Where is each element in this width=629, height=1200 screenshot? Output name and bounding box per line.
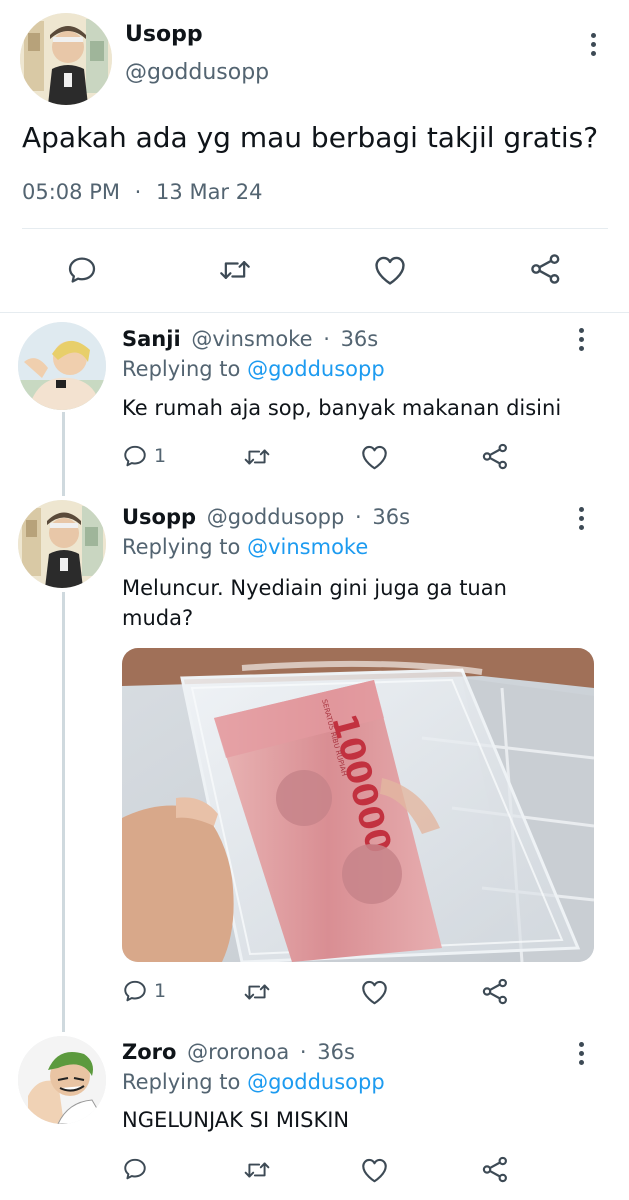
more-icon[interactable] — [589, 33, 597, 60]
retweet-button[interactable] — [242, 444, 272, 470]
like-button[interactable] — [360, 1157, 389, 1183]
share-icon — [482, 978, 507, 1005]
share-icon — [482, 1156, 507, 1183]
reply-button[interactable]: 1 — [122, 443, 166, 469]
avatar-zoro[interactable] — [18, 1036, 106, 1124]
retweet-button[interactable] — [218, 254, 252, 286]
retweet-icon — [244, 1162, 270, 1178]
reply-text: Meluncur. Nyediain gini juga ga tuan mud… — [122, 573, 507, 633]
retweet-icon — [220, 261, 250, 279]
reply-icon — [68, 257, 96, 283]
main-tweet-meta: 05:08 PM · 13 Mar 24 — [22, 180, 262, 204]
replying-to-label: Replying to — [122, 1070, 241, 1094]
more-icon[interactable] — [577, 328, 585, 355]
reply-display-name[interactable]: Usopp — [122, 505, 196, 529]
reply-icon — [124, 1158, 146, 1180]
share-button[interactable] — [481, 977, 510, 1006]
replying-to-handle[interactable]: @goddusopp — [247, 1070, 385, 1094]
reply-header: Sanji @vinsmoke · 36s — [122, 327, 378, 351]
reply-text: Ke rumah aja sop, banyak makanan disini — [122, 396, 562, 420]
main-handle[interactable]: @goddusopp — [125, 60, 269, 85]
reply-button[interactable] — [66, 254, 98, 286]
main-tweet-time: 05:08 PM — [22, 180, 120, 204]
like-icon — [362, 445, 387, 470]
more-icon[interactable] — [577, 1042, 585, 1069]
replying-to-handle[interactable]: @vinsmoke — [247, 535, 368, 559]
reply-handle[interactable]: @vinsmoke — [191, 327, 312, 351]
replying-to-label: Replying to — [122, 535, 241, 559]
reply-handle[interactable]: @roronoa — [187, 1040, 289, 1064]
replying-to: Replying to @vinsmoke — [122, 535, 368, 559]
retweet-button[interactable] — [242, 1157, 272, 1183]
more-icon[interactable] — [577, 507, 585, 534]
replying-to-handle[interactable]: @goddusopp — [247, 357, 385, 381]
replying-to: Replying to @goddusopp — [122, 1070, 385, 1094]
avatar-usopp[interactable] — [18, 500, 106, 588]
reply-count: 1 — [154, 980, 167, 1002]
reply-text: NGELUNJAK SI MISKIN — [122, 1108, 350, 1132]
like-button[interactable] — [373, 254, 407, 286]
attached-photo[interactable]: 100000 SERATUS RIBU RUPIAH — [122, 648, 594, 962]
replying-to: Replying to @goddusopp — [122, 357, 385, 381]
like-icon — [362, 1158, 387, 1183]
like-icon — [362, 980, 387, 1005]
reply-time: 36s — [317, 1040, 355, 1064]
reply-count: 1 — [154, 445, 167, 467]
retweet-icon — [244, 449, 270, 465]
main-tweet-date: 13 Mar 24 — [156, 180, 263, 204]
reply-display-name[interactable]: Zoro — [122, 1040, 176, 1064]
meta-separator: · — [323, 327, 330, 351]
reply-time: 36s — [340, 327, 379, 351]
thread-line — [62, 412, 65, 496]
share-button[interactable] — [481, 442, 510, 471]
meta-separator: · — [134, 180, 142, 204]
share-icon — [482, 443, 507, 470]
share-icon — [531, 254, 560, 284]
share-button[interactable] — [528, 252, 564, 286]
retweet-button[interactable] — [242, 979, 272, 1005]
share-button[interactable] — [481, 1155, 510, 1184]
like-icon — [375, 256, 405, 285]
reply-text-line: muda? — [122, 606, 194, 630]
reply-display-name[interactable]: Sanji — [122, 327, 181, 351]
like-button[interactable] — [360, 444, 389, 470]
main-tweet-text: Apakah ada yg mau berbagi takjil gratis? — [22, 121, 599, 154]
reply-icon — [124, 445, 146, 467]
divider — [22, 228, 608, 229]
avatar-sanji[interactable] — [18, 322, 106, 410]
avatar-usopp[interactable] — [20, 13, 112, 105]
thread-line — [62, 592, 65, 1032]
reply-icon — [124, 980, 146, 1002]
replying-to-label: Replying to — [122, 357, 241, 381]
reply-header: Usopp @goddusopp · 36s — [122, 505, 410, 529]
reply-time: 36s — [372, 505, 411, 529]
retweet-icon — [244, 984, 270, 1000]
section-divider — [0, 312, 629, 313]
reply-text-line: Meluncur. Nyediain gini juga ga tuan — [122, 576, 507, 600]
reply-handle[interactable]: @goddusopp — [207, 505, 345, 529]
reply-button[interactable] — [122, 1156, 148, 1182]
reply-header: Zoro @roronoa · 36s — [122, 1040, 355, 1064]
reply-button[interactable]: 1 — [122, 978, 166, 1004]
main-display-name[interactable]: Usopp — [125, 22, 203, 47]
meta-separator: · — [299, 1040, 307, 1064]
meta-separator: · — [355, 505, 362, 529]
like-button[interactable] — [360, 979, 389, 1005]
